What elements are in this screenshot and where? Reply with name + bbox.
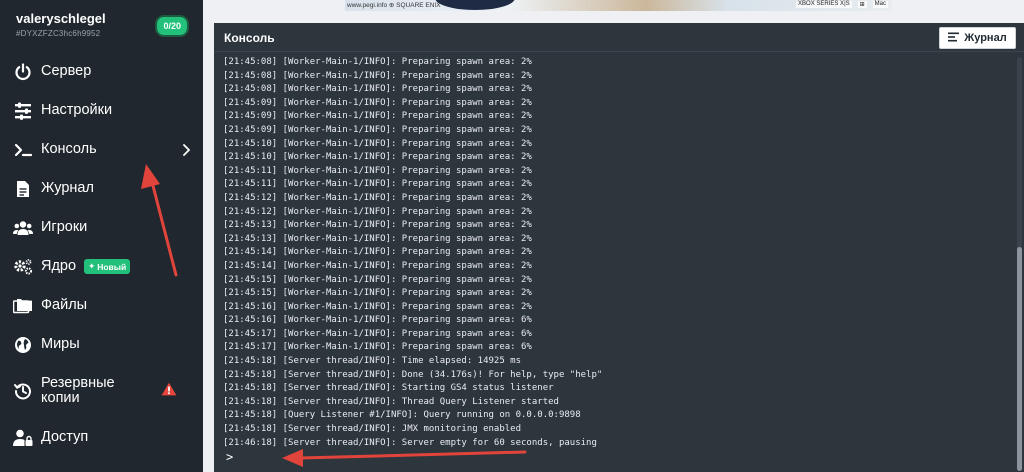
new-badge: ✦ Новый <box>84 259 131 274</box>
console-panel: Консоль Журнал [21:45:08] [Worker-Main-1… <box>214 23 1024 472</box>
sidebar-item-label: Миры <box>41 336 80 352</box>
prompt-chevron-icon: > <box>226 450 234 464</box>
warning-icon <box>161 382 177 400</box>
console-scroll-thumb[interactable] <box>1017 247 1022 471</box>
journal-button-label: Журнал <box>964 32 1007 44</box>
log-line: [21:45:18] [Server thread/INFO]: Startin… <box>223 383 554 394</box>
ad-left-text: www.pegi.info ⊕ SQUARE ENIX <box>347 2 441 9</box>
list-icon <box>948 32 960 45</box>
sidebar-item-console[interactable]: Консоль <box>0 130 203 169</box>
sidebar-item-label: Резервные копии <box>41 376 115 406</box>
log-line: [21:45:18] [Server thread/INFO]: Time el… <box>223 356 522 367</box>
ad-platform-label: XBOX SERIES X|S <box>796 1 852 8</box>
console-output: [21:45:08] [Worker-Main-1/INFO]: Prepari… <box>223 56 1003 451</box>
log-line: [21:45:10] [Worker-Main-1/INFO]: Prepari… <box>223 138 532 149</box>
log-line: [21:46:18] [Server thread/INFO]: Server … <box>223 437 597 448</box>
sidebar-item-label: Доступ <box>41 429 89 445</box>
log-line: [21:45:11] [Worker-Main-1/INFO]: Prepari… <box>223 165 532 176</box>
users-icon <box>13 218 33 238</box>
sidebar-item-files[interactable]: Файлы <box>0 286 203 325</box>
log-line: [21:45:08] [Worker-Main-1/INFO]: Prepari… <box>223 57 532 67</box>
log-line: [21:45:18] [Query Listener #1/INFO]: Que… <box>223 410 581 421</box>
sidebar-item-players[interactable]: Игроки <box>0 208 203 247</box>
journal-button[interactable]: Журнал <box>939 27 1016 49</box>
globe-icon <box>13 335 33 355</box>
log-line: [21:45:15] [Worker-Main-1/INFO]: Prepari… <box>223 288 532 299</box>
history-icon <box>13 381 33 401</box>
file-icon <box>13 179 33 199</box>
log-line: [21:45:18] [Server thread/INFO]: Done (3… <box>223 369 603 380</box>
sliders-icon <box>13 101 33 121</box>
cog-icon <box>13 257 33 277</box>
sidebar-item-worlds[interactable]: Миры <box>0 325 203 364</box>
sidebar-nav: Сервер Настройки Консоль Журнал Игроки Я… <box>0 52 203 457</box>
log-line: [21:45:13] [Worker-Main-1/INFO]: Prepari… <box>223 220 532 231</box>
ad-platform-labels: XBOX SERIES X|S ⊞ Mac <box>796 1 888 8</box>
console-title: Консоль <box>224 31 275 45</box>
chevron-right-icon <box>181 143 191 156</box>
log-line: [21:45:17] [Worker-Main-1/INFO]: Prepari… <box>223 342 532 353</box>
sidebar-item-label: Консоль <box>41 141 97 157</box>
new-badge-label: Новый <box>97 261 127 272</box>
log-line: [21:45:09] [Worker-Main-1/INFO]: Prepari… <box>223 111 532 122</box>
log-line: [21:45:09] [Worker-Main-1/INFO]: Prepari… <box>223 97 532 108</box>
sidebar-item-label: Ядро <box>41 258 77 274</box>
ad-platform-label: ⊞ <box>857 1 867 8</box>
command-input[interactable] <box>244 450 1008 470</box>
backups-label-line1: Резервные <box>41 375 115 391</box>
console-header: Консоль Журнал <box>214 23 1024 52</box>
sidebar-item-label: Журнал <box>41 180 94 196</box>
log-line: [21:45:17] [Worker-Main-1/INFO]: Prepari… <box>223 328 532 339</box>
log-line: [21:45:13] [Worker-Main-1/INFO]: Prepari… <box>223 233 532 244</box>
folder-icon <box>13 296 33 316</box>
sidebar-item-label: Файлы <box>41 297 88 313</box>
ad-banner[interactable]: www.pegi.info ⊕ SQUARE ENIX XBOX SERIES … <box>345 0 892 11</box>
sidebar-item-server[interactable]: Сервер <box>0 52 203 91</box>
sidebar-item-settings[interactable]: Настройки <box>0 91 203 130</box>
sidebar-item-label: Сервер <box>41 63 92 79</box>
power-icon <box>13 62 33 82</box>
log-line: [21:45:12] [Worker-Main-1/INFO]: Prepari… <box>223 192 532 203</box>
log-line: [21:45:15] [Worker-Main-1/INFO]: Prepari… <box>223 274 532 285</box>
log-line: [21:45:12] [Worker-Main-1/INFO]: Prepari… <box>223 206 532 217</box>
sidebar-item-backups[interactable]: Резервные копии <box>0 364 203 418</box>
log-line: [21:45:14] [Worker-Main-1/INFO]: Prepari… <box>223 260 532 271</box>
terminal-icon <box>13 140 33 160</box>
log-line: [21:45:08] [Worker-Main-1/INFO]: Prepari… <box>223 84 532 95</box>
sidebar: valeryschlegel #DYXZFZC3hc6h9952 0/20 Се… <box>0 0 203 472</box>
sidebar-item-core[interactable]: Ядро ✦ Новый <box>0 247 203 286</box>
log-line: [21:45:18] [Server thread/INFO]: Thread … <box>223 396 559 407</box>
sidebar-item-label: Игроки <box>41 219 88 235</box>
log-line: [21:45:08] [Worker-Main-1/INFO]: Prepari… <box>223 70 532 81</box>
command-prompt[interactable]: > <box>226 450 1016 470</box>
ad-artwork <box>435 0 515 10</box>
sidebar-item-label: Настройки <box>41 102 113 118</box>
log-line: [21:45:16] [Worker-Main-1/INFO]: Prepari… <box>223 315 532 326</box>
user-lock-icon <box>13 428 33 448</box>
sidebar-item-journal[interactable]: Журнал <box>0 169 203 208</box>
sparkle-icon: ✦ <box>88 261 96 271</box>
sidebar-item-access[interactable]: Доступ <box>0 418 203 457</box>
log-line: [21:45:11] [Worker-Main-1/INFO]: Prepari… <box>223 179 532 190</box>
players-count-badge: 0/20 <box>155 15 189 37</box>
log-line: [21:45:14] [Worker-Main-1/INFO]: Prepari… <box>223 247 532 258</box>
log-line: [21:45:16] [Worker-Main-1/INFO]: Prepari… <box>223 301 532 312</box>
console-scrollbar[interactable] <box>1017 57 1022 471</box>
log-line: [21:45:09] [Worker-Main-1/INFO]: Prepari… <box>223 124 532 135</box>
ad-platform-label: Mac <box>872 1 888 8</box>
log-line: [21:45:10] [Worker-Main-1/INFO]: Prepari… <box>223 152 532 163</box>
backups-label-line2: копии <box>41 390 80 406</box>
log-line: [21:45:18] [Server thread/INFO]: JMX mon… <box>223 424 522 435</box>
